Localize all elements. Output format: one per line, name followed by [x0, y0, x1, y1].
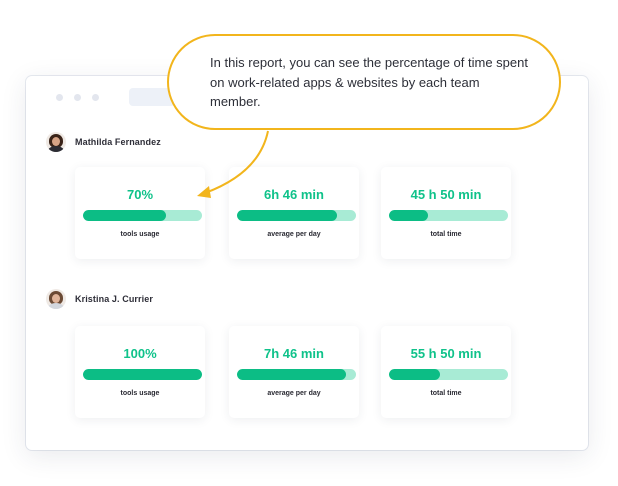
member-name: Kristina J. Currier — [75, 294, 153, 304]
progress-fill — [389, 210, 429, 221]
callout-bubble: In this report, you can see the percenta… — [167, 34, 561, 130]
stat-card-average-per-day: 7h 46 min average per day — [229, 326, 359, 418]
progress-fill — [237, 369, 347, 380]
progress-track — [389, 210, 508, 221]
stat-label: tools usage — [120, 390, 160, 397]
progress-fill — [237, 210, 337, 221]
progress-fill — [83, 210, 167, 221]
stat-card-tools-usage: 100% tools usage — [75, 326, 205, 418]
progress-track — [83, 369, 202, 380]
window-dot-icon — [56, 94, 63, 101]
avatar — [46, 132, 66, 152]
stat-label: tools usage — [120, 231, 160, 238]
window-dot-icon — [74, 94, 81, 101]
stat-card-total-time: 45 h 50 min total time — [381, 167, 511, 259]
stat-label: average per day — [267, 231, 321, 238]
callout-text: In this report, you can see the percenta… — [210, 55, 528, 109]
stat-label: total time — [430, 231, 462, 238]
stat-value: 70% — [126, 187, 154, 202]
stat-card-total-time: 55 h 50 min total time — [381, 326, 511, 418]
member-row-2: Kristina J. Currier — [46, 289, 153, 309]
stat-value: 6h 46 min — [264, 187, 324, 202]
stat-value: 100% — [123, 346, 157, 361]
stat-value: 55 h 50 min — [410, 346, 482, 361]
member-row-1: Mathilda Fernandez — [46, 132, 161, 152]
stat-value: 7h 46 min — [264, 346, 324, 361]
progress-fill — [83, 369, 202, 380]
stat-card-tools-usage: 70% tools usage — [75, 167, 205, 259]
window-dot-icon — [92, 94, 99, 101]
avatar — [46, 289, 66, 309]
progress-track — [83, 210, 202, 221]
member-name: Mathilda Fernandez — [75, 137, 161, 147]
stat-value: 45 h 50 min — [410, 187, 482, 202]
stat-label: average per day — [267, 390, 321, 397]
progress-track — [389, 369, 508, 380]
progress-track — [237, 210, 356, 221]
stat-card-average-per-day: 6h 46 min average per day — [229, 167, 359, 259]
progress-track — [237, 369, 356, 380]
stat-label: total time — [430, 390, 462, 397]
progress-fill — [389, 369, 441, 380]
